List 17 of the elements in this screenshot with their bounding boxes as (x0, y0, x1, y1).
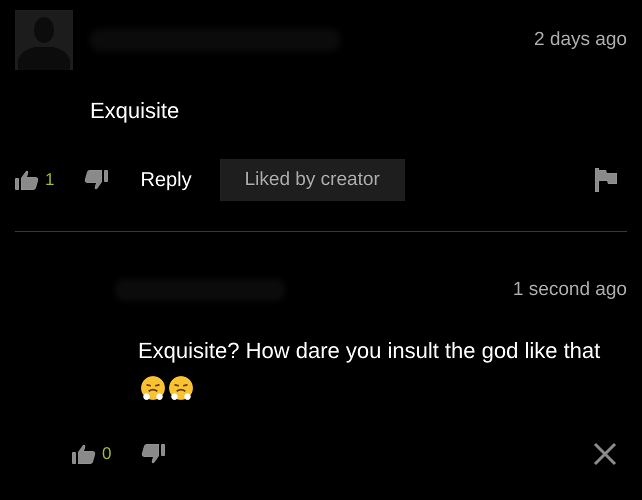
like-button[interactable] (72, 443, 96, 465)
like-count: 1 (45, 170, 54, 190)
liked-by-creator-badge: Liked by creator (220, 159, 405, 201)
like-count: 0 (102, 444, 112, 464)
reply-button[interactable]: Reply (140, 168, 192, 192)
dislike-button[interactable] (141, 443, 166, 465)
close-icon[interactable] (593, 442, 617, 466)
comment-text: Exquisite? How dare you insult the god like that (138, 338, 600, 363)
flag-icon[interactable] (595, 168, 617, 192)
avatar-icon (15, 10, 73, 70)
like-button[interactable] (15, 169, 39, 191)
comment-text: Exquisite (90, 98, 180, 123)
steaming-face-emoji-icon (168, 375, 194, 401)
timestamp: 2 days ago (534, 29, 627, 51)
steaming-face-emoji-icon (140, 375, 166, 401)
dislike-button[interactable] (84, 169, 108, 191)
timestamp: 1 second ago (512, 279, 627, 301)
